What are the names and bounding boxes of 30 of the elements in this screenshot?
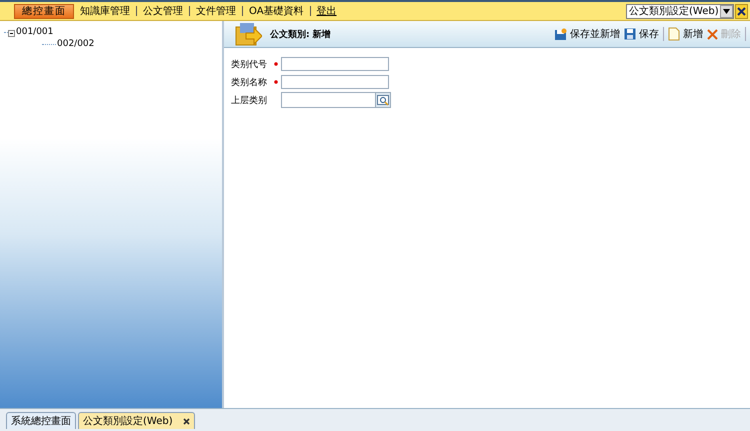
tree-item[interactable]: 001/001 xyxy=(15,27,54,37)
input-field[interactable] xyxy=(281,57,389,71)
toolbar-button[interactable]: 保存並新增 xyxy=(554,27,620,41)
field-label: 上层类别 xyxy=(231,94,268,106)
toolbar-button[interactable]: 新增 xyxy=(668,27,703,41)
disk-plus-icon xyxy=(554,28,567,40)
input-field[interactable] xyxy=(281,75,389,89)
page-icon xyxy=(668,27,680,41)
input-field[interactable] xyxy=(281,92,391,108)
menu-link[interactable]: 登出 xyxy=(316,4,337,18)
window-dropdown[interactable]: 公文類別設定(Web) xyxy=(626,4,734,18)
close-icon[interactable] xyxy=(182,418,190,424)
close-button[interactable] xyxy=(735,4,748,18)
window-tab[interactable]: 系統總控畫面 xyxy=(6,412,76,429)
home-button[interactable]: 總控畫面 xyxy=(14,4,74,18)
form-title: 公文類別: 新增 xyxy=(270,28,331,40)
window-tab[interactable]: 公文類別設定(Web) xyxy=(78,412,195,429)
toolbar-button[interactable]: 保存 xyxy=(624,27,659,41)
menu-link[interactable]: 文件管理 xyxy=(196,4,236,18)
lookup-button[interactable] xyxy=(375,93,390,107)
folder-arrow-icon xyxy=(234,21,262,47)
menu-link[interactable]: OA基礎資料 xyxy=(249,4,304,18)
field-label: 类别代号 xyxy=(231,58,268,70)
menu-link[interactable]: 知識庫管理 xyxy=(80,4,130,18)
tree-item[interactable]: 002/002 xyxy=(56,39,94,49)
collapse-icon[interactable] xyxy=(8,30,15,37)
field-label: 类别名称 xyxy=(231,76,268,88)
cross-icon xyxy=(707,28,718,40)
save-icon xyxy=(624,28,636,40)
menu-link[interactable]: 公文管理 xyxy=(143,4,183,18)
